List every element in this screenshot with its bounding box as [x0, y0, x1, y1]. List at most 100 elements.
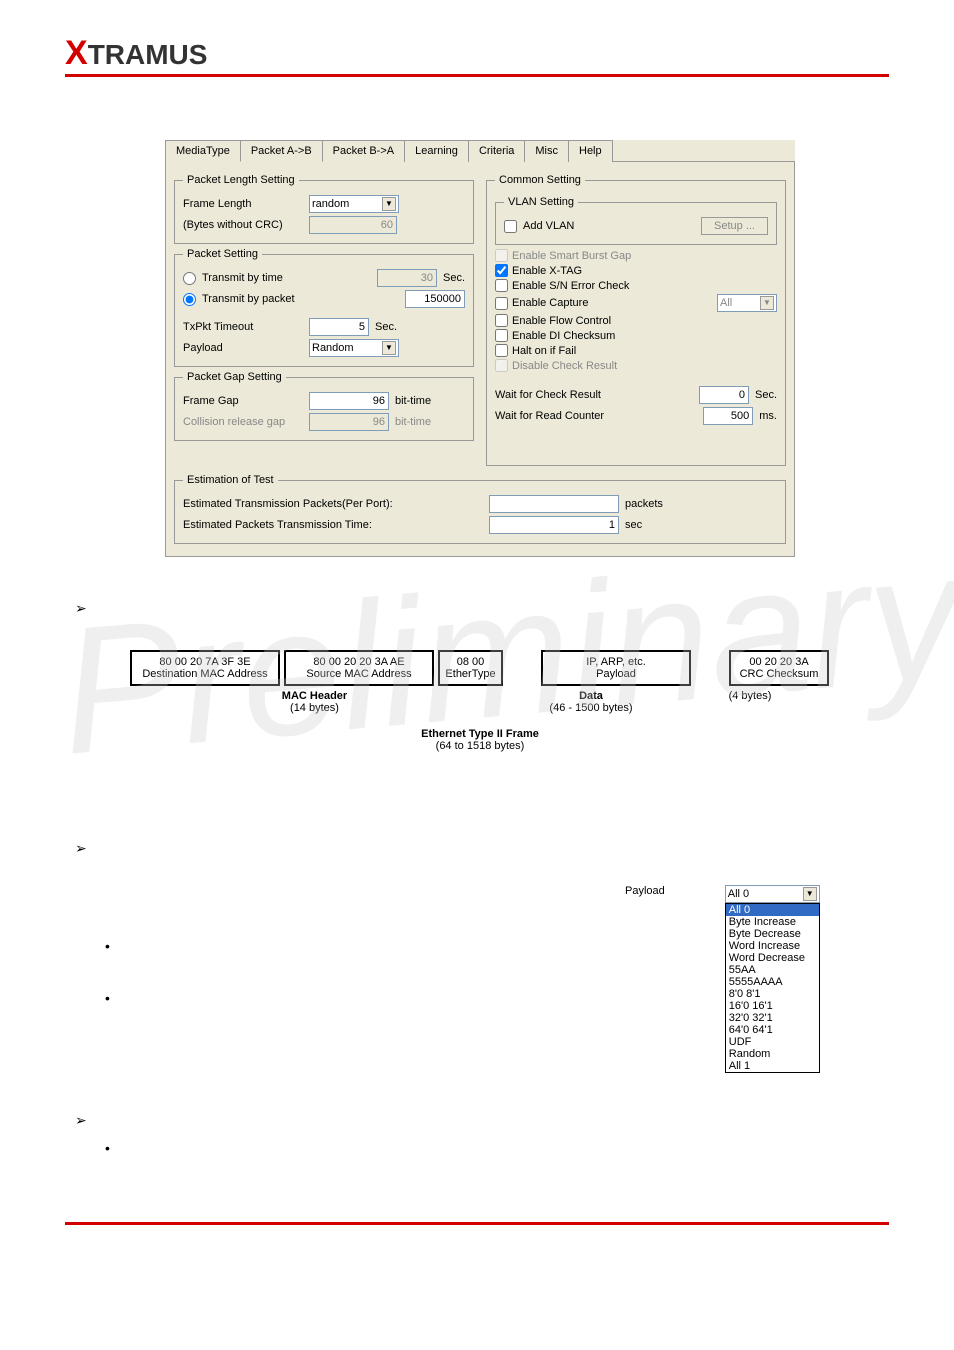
- divider-top: [65, 74, 889, 77]
- ext-label: Enable X-TAG: [512, 265, 582, 277]
- opt-320321[interactable]: 32'0 32'1: [726, 1012, 819, 1024]
- opt-udf[interactable]: UDF: [726, 1036, 819, 1048]
- tab-learning[interactable]: Learning: [404, 140, 469, 162]
- opt-160161[interactable]: 16'0 16'1: [726, 1000, 819, 1012]
- bittime-label2: bit-time: [395, 416, 431, 428]
- opt-55aa[interactable]: 55AA: [726, 964, 819, 976]
- bytes-input: [309, 216, 397, 234]
- packet-setting: Packet Setting Transmit by time Sec. Tra…: [174, 248, 474, 367]
- opt-640641[interactable]: 64'0 64'1: [726, 1024, 819, 1036]
- pgs-legend: Packet Gap Setting: [183, 371, 286, 383]
- payload-label: Payload: [183, 342, 303, 354]
- efc-label: Enable Flow Control: [512, 315, 611, 327]
- payload-select[interactable]: Random▼: [309, 339, 399, 357]
- tab-packet-ab[interactable]: Packet A->B: [240, 140, 323, 162]
- t2fb-label: (64 to 1518 bytes): [436, 740, 525, 752]
- ms-u: ms.: [759, 410, 777, 422]
- ps-legend: Packet Setting: [183, 248, 262, 260]
- wcr-input[interactable]: [699, 386, 749, 404]
- chevron-down-icon: ▼: [382, 197, 396, 211]
- logo: XXTRAMUSTRAMUS: [65, 34, 207, 73]
- bullet-icon: •: [105, 938, 110, 954]
- esn-check[interactable]: [495, 279, 508, 292]
- add-vlan-check[interactable]: [504, 220, 517, 233]
- setup-button: Setup ...: [701, 217, 768, 235]
- tbp-input[interactable]: [405, 290, 465, 308]
- pls-legend: Packet Length Setting: [183, 174, 299, 186]
- mh-label: MAC Header: [282, 690, 347, 702]
- four-label: (4 bytes): [729, 690, 772, 702]
- halt-check[interactable]: [495, 344, 508, 357]
- t2f-label: Ethernet Type II Frame: [421, 728, 539, 740]
- capture-select: All▼: [717, 294, 777, 312]
- tab-criteria[interactable]: Criteria: [468, 140, 525, 162]
- opt-byte-dec[interactable]: Byte Decrease: [726, 928, 819, 940]
- transmit-by-time-radio[interactable]: [183, 272, 196, 285]
- bullet-icon: •: [105, 1140, 110, 1156]
- esbg-label: Enable Smart Burst Gap: [512, 250, 631, 262]
- tbt-input: [377, 269, 437, 287]
- txto-label: TxPkt Timeout: [183, 321, 303, 333]
- etp-input[interactable]: [489, 495, 619, 513]
- opt-byte-inc[interactable]: Byte Increase: [726, 916, 819, 928]
- crc-box: 00 20 20 3ACRC Checksum: [729, 650, 829, 686]
- tabs: MediaType Packet A->B Packet B->A Learni…: [165, 140, 795, 162]
- opt-5555aaaa[interactable]: 5555AAAA: [726, 976, 819, 988]
- vlan-setting: VLAN Setting Add VLAN Setup ...: [495, 196, 777, 245]
- datab-label: (46 - 1500 bytes): [549, 702, 632, 714]
- etp-label: Estimated Transmission Packets(Per Port)…: [183, 498, 483, 510]
- wcr-label: Wait for Check Result: [495, 389, 635, 401]
- packet-gap-setting: Packet Gap Setting Frame Gap bit-time Co…: [174, 371, 474, 441]
- txto-input[interactable]: [309, 318, 369, 336]
- tbp-label: Transmit by packet: [202, 293, 295, 305]
- edi-label: Enable DI Checksum: [512, 330, 615, 342]
- esn-label: Enable S/N Error Check: [512, 280, 629, 292]
- chevron-down-icon: ▼: [760, 296, 774, 310]
- bullet-icon: ➢: [75, 840, 87, 857]
- bytes-label: (Bytes without CRC): [183, 219, 303, 231]
- sec-label: Sec.: [443, 272, 465, 284]
- estimation-of-test: Estimation of Test Estimated Transmissio…: [174, 474, 786, 544]
- dcr-check: [495, 359, 508, 372]
- esbg-check: [495, 249, 508, 262]
- opt-word-dec[interactable]: Word Decrease: [726, 952, 819, 964]
- fg-input[interactable]: [309, 392, 389, 410]
- transmit-by-packet-radio[interactable]: [183, 293, 196, 306]
- wrc-label: Wait for Read Counter: [495, 410, 635, 422]
- opt-all1[interactable]: All 1: [726, 1060, 819, 1072]
- frame-length-label: Frame Length: [183, 198, 303, 210]
- tab-misc[interactable]: Misc: [524, 140, 569, 162]
- bittime-label: bit-time: [395, 395, 431, 407]
- sc-u: sec: [625, 519, 642, 531]
- tab-mediatype[interactable]: MediaType: [165, 140, 241, 162]
- edi-check[interactable]: [495, 329, 508, 342]
- chevron-down-icon: ▼: [382, 341, 396, 355]
- crg-label: Collision release gap: [183, 416, 303, 428]
- frame-length-select[interactable]: random▼: [309, 195, 399, 213]
- addvlan-label: Add VLAN: [523, 220, 574, 232]
- opt-random[interactable]: Random: [726, 1048, 819, 1060]
- ept-label: Estimated Packets Transmission Time:: [183, 519, 483, 531]
- bullet-icon: ➢: [75, 1112, 87, 1129]
- wrc-input[interactable]: [703, 407, 753, 425]
- opt-all0[interactable]: All 0: [726, 904, 819, 916]
- cs-legend: Common Setting: [495, 174, 585, 186]
- payload-box: IP, ARP, etc.Payload: [541, 650, 691, 686]
- payload-dropdown[interactable]: All 0▼: [725, 885, 820, 903]
- tab-packet-ba[interactable]: Packet B->A: [322, 140, 405, 162]
- efc-check[interactable]: [495, 314, 508, 327]
- sec-label2: Sec.: [375, 321, 397, 333]
- dmac-box: 80 00 20 7A 3F 3EDestination MAC Address: [130, 650, 280, 686]
- opt-8081[interactable]: 8'0 8'1: [726, 988, 819, 1000]
- ept-input[interactable]: [489, 516, 619, 534]
- payload-dd-label: Payload: [625, 885, 665, 897]
- ethertype-box: 08 00EtherType: [438, 650, 503, 686]
- tab-help[interactable]: Help: [568, 140, 613, 162]
- sec-u: Sec.: [755, 389, 777, 401]
- payload-options[interactable]: All 0 Byte Increase Byte Decrease Word I…: [725, 903, 820, 1073]
- bullet-icon: •: [105, 990, 110, 1006]
- ext-check[interactable]: [495, 264, 508, 277]
- ecap-check[interactable]: [495, 297, 508, 310]
- opt-word-inc[interactable]: Word Increase: [726, 940, 819, 952]
- data-label: Data: [579, 690, 603, 702]
